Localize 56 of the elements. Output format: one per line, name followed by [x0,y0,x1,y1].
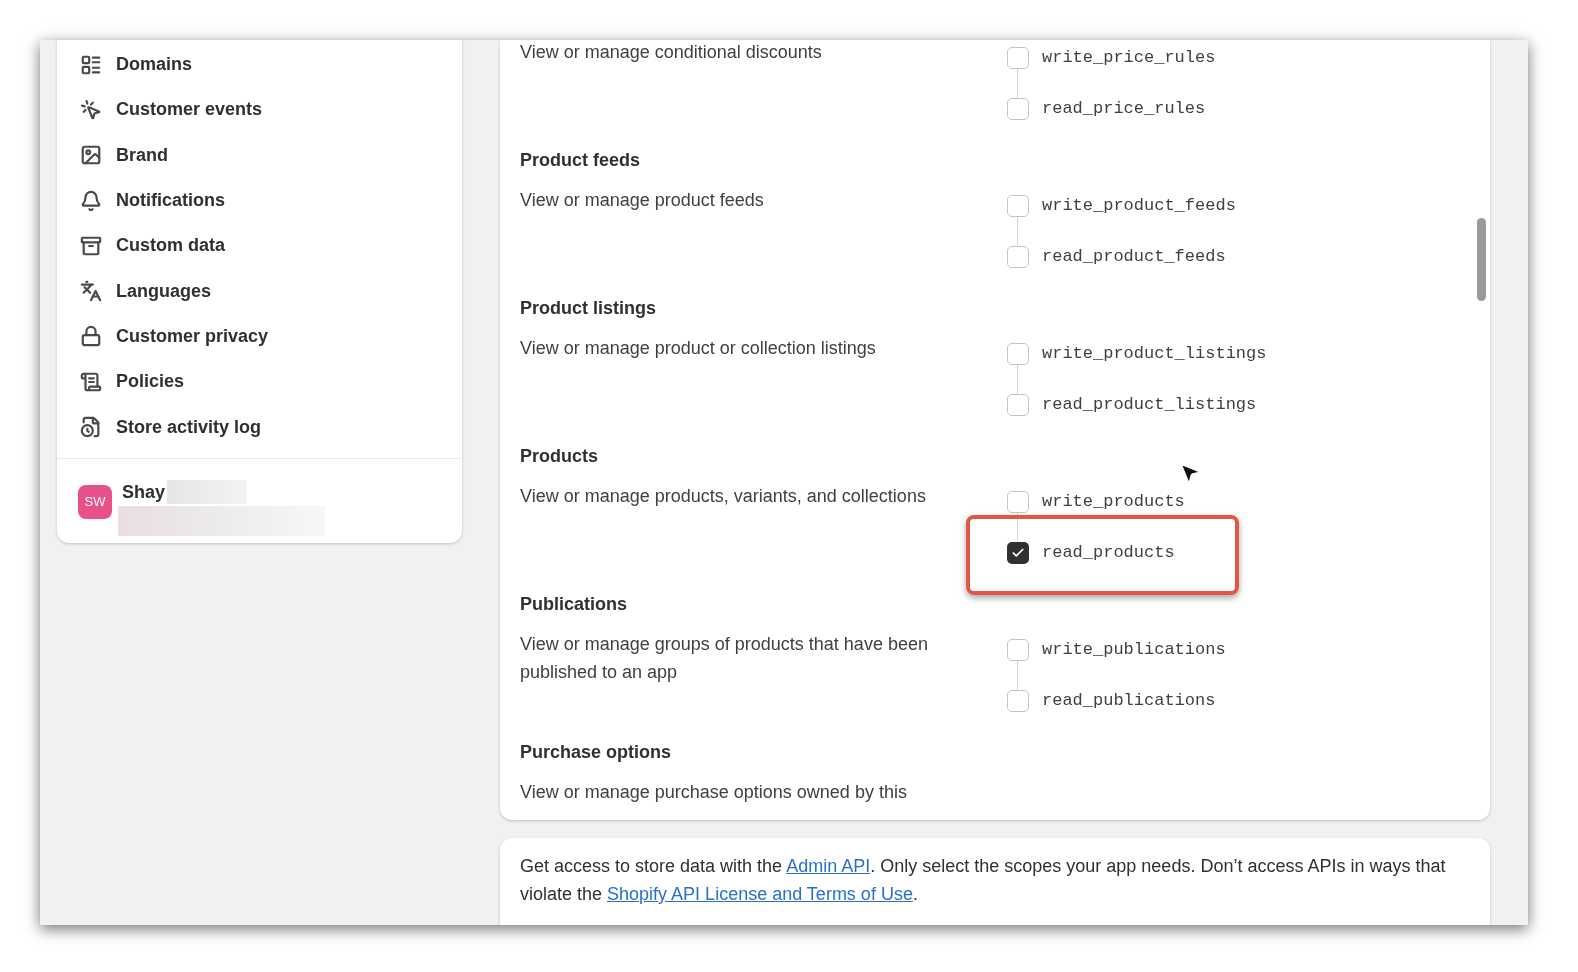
sidebar-item[interactable]: Customer privacy [80,313,462,360]
section-title: Purchase options [520,742,672,762]
scroll-icon [80,370,102,393]
lock-icon [80,325,102,348]
scrollbar-thumb[interactable] [1477,218,1486,301]
scope-checkbox[interactable] [1007,195,1029,217]
sidebar-item[interactable]: Domains [80,42,462,88]
section-description: View or manage products, variants, and collections [520,485,927,508]
info-text: Get access to store data with the Admin API. Only select the scopes your app needs. Don’t access APIs in ways that violate the Shopify API License and Terms of Use. [520,855,1447,906]
scope-label: read_price_rules [1042,98,1206,121]
sidebar-item[interactable]: Brand [80,132,462,178]
image-icon [80,144,102,167]
scope-checkbox[interactable] [1007,639,1029,661]
scope-label: write_product_feeds [1042,195,1236,218]
section-title: Products [520,446,598,466]
layout-icon [80,53,102,76]
file-clock-icon [80,416,102,438]
section-title: Product feeds [520,150,641,170]
scope-label: read_product_listings [1042,394,1257,417]
scope-checkbox[interactable] [1007,394,1029,416]
section-title: Publications [520,594,627,614]
info-link[interactable]: Admin API [786,856,871,876]
scope-checkbox[interactable] [1007,343,1029,365]
section-description: View or manage conditional discounts [520,41,823,64]
sidebar-item[interactable]: Policies [80,359,462,405]
sidebar-item[interactable]: Store activity log [80,404,462,450]
scope-label: write_publications [1042,639,1226,662]
scope-label: write_product_listings [1042,343,1267,366]
scope-checkbox[interactable] [1007,246,1029,268]
scope-checkbox[interactable] [1007,47,1029,69]
section-description: View or manage groups of products that have been published to an app [520,633,929,684]
sidebar-item[interactable]: Custom data [80,223,462,269]
sidebar-item[interactable]: Languages [80,268,462,314]
scope-label: write_price_rules [1042,47,1216,70]
sidebar-item[interactable]: Customer events [80,87,462,133]
section-title: Product listings [520,298,656,318]
check-icon [1011,546,1025,560]
scope-label: read_publications [1042,690,1216,713]
bell-icon [80,189,102,212]
archive-icon [80,234,102,257]
scope-label: read_product_feeds [1042,246,1226,269]
sidebar-item[interactable]: Notifications [80,177,462,224]
section-description: View or manage product feeds [520,189,765,212]
scope-checkbox[interactable] [1007,542,1029,564]
user-name: Shay [122,480,166,504]
scope-checkbox[interactable] [1007,491,1029,513]
pointer-click-icon [80,98,102,121]
section-description: View or manage product or collection listings [520,337,877,360]
scope-label: read_products [1042,542,1175,565]
scope-checkbox[interactable] [1007,690,1029,712]
scope-checkbox[interactable] [1007,98,1029,120]
languages-icon [80,280,102,303]
user-avatar[interactable]: SW [78,484,112,519]
scope-label: write_products [1042,491,1185,514]
info-link[interactable]: Shopify API License and Terms of Use [607,884,913,904]
section-description: View or manage purchase options owned by this [520,781,908,804]
